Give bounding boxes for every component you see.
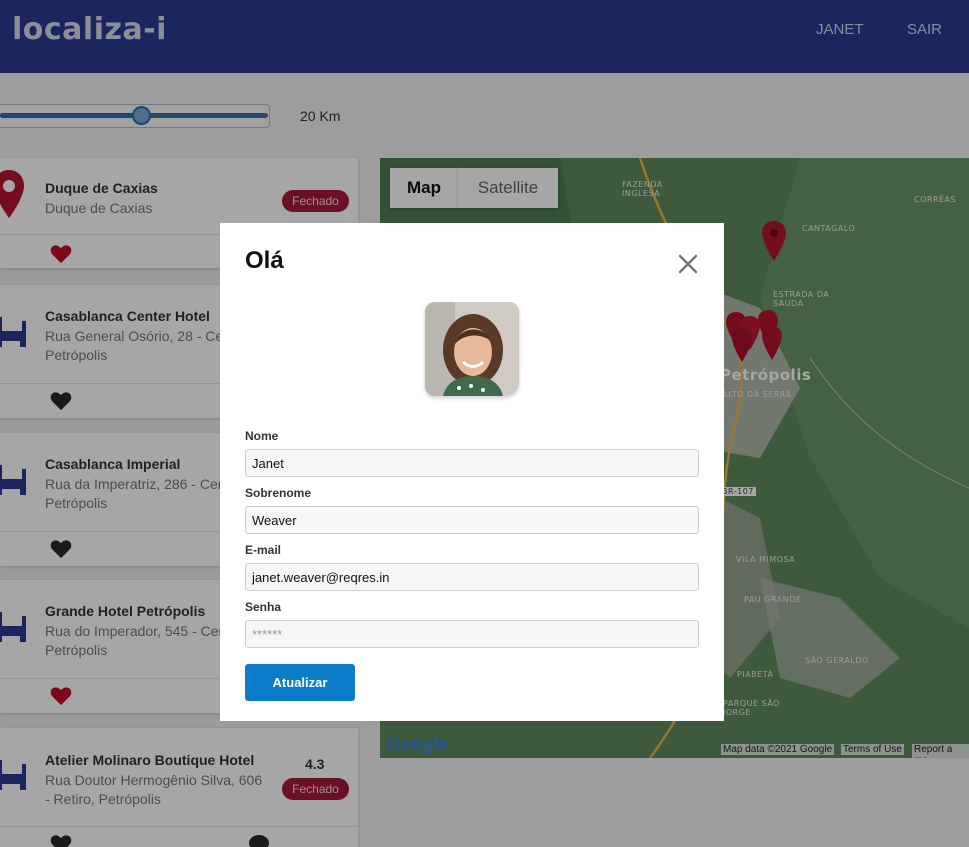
close-icon[interactable]: [677, 253, 699, 275]
first-name-label: Nome: [245, 429, 279, 443]
first-name-field[interactable]: [245, 449, 699, 477]
avatar-photo: [425, 302, 519, 396]
profile-modal: Olá Nome Sobrenome E-mail Senha Atualiza…: [220, 223, 724, 721]
avatar: [425, 302, 519, 396]
email-label: E-mail: [245, 543, 282, 557]
modal-title: Olá: [245, 247, 284, 274]
update-button[interactable]: Atualizar: [245, 664, 355, 701]
last-name-label: Sobrenome: [245, 486, 312, 500]
last-name-field[interactable]: [245, 506, 699, 534]
password-field[interactable]: [245, 620, 699, 648]
email-field[interactable]: [245, 563, 699, 591]
password-label: Senha: [245, 600, 282, 614]
